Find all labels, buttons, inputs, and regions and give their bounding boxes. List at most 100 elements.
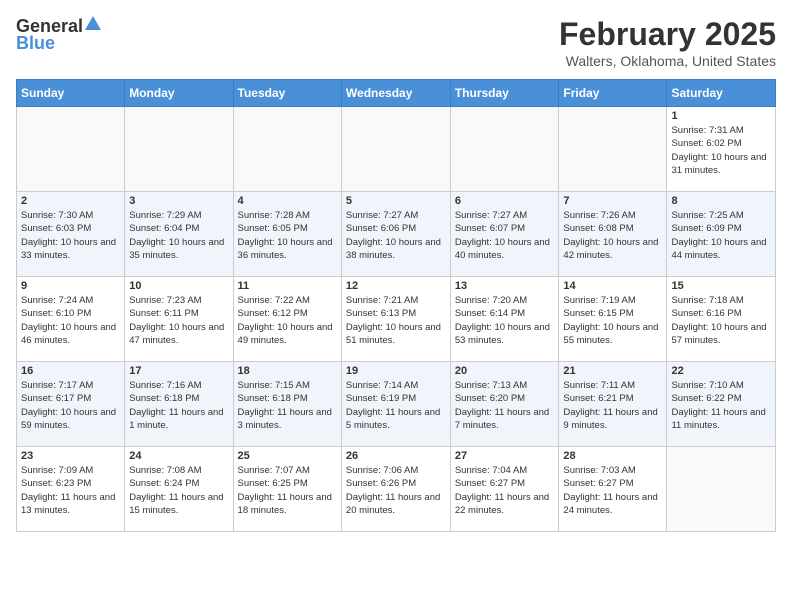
day-sun-info: Sunrise: 7:14 AMSunset: 6:19 PMDaylight:…: [346, 379, 446, 432]
day-number: 25: [238, 450, 337, 462]
calendar-week-row: 9 Sunrise: 7:24 AMSunset: 6:10 PMDaylight…: [17, 277, 776, 362]
day-number: 16: [21, 365, 120, 377]
calendar-cell: 16 Sunrise: 7:17 AMSunset: 6:17 PMDayligh…: [17, 362, 125, 447]
day-sun-info: Sunrise: 7:27 AMSunset: 6:07 PMDaylight:…: [455, 209, 555, 262]
calendar-cell: 6 Sunrise: 7:27 AMSunset: 6:07 PMDaylight…: [450, 192, 559, 277]
calendar-cell: 21 Sunrise: 7:11 AMSunset: 6:21 PMDayligh…: [559, 362, 667, 447]
calendar-cell: [667, 447, 776, 532]
calendar-cell: 8 Sunrise: 7:25 AMSunset: 6:09 PMDaylight…: [667, 192, 776, 277]
calendar-cell: 14 Sunrise: 7:19 AMSunset: 6:15 PMDayligh…: [559, 277, 667, 362]
day-sun-info: Sunrise: 7:25 AMSunset: 6:09 PMDaylight:…: [671, 209, 771, 262]
calendar-week-row: 2Sunrise: 7:30 AMSunset: 6:03 PMDaylight…: [17, 192, 776, 277]
column-header-friday: Friday: [559, 80, 667, 107]
day-sun-info: Sunrise: 7:20 AMSunset: 6:14 PMDaylight:…: [455, 294, 555, 347]
day-number: 15: [671, 280, 771, 292]
day-sun-info: Sunrise: 7:10 AMSunset: 6:22 PMDaylight:…: [671, 379, 771, 432]
calendar-cell: 22 Sunrise: 7:10 AMSunset: 6:22 PMDayligh…: [667, 362, 776, 447]
day-number: 23: [21, 450, 120, 462]
day-number: 12: [346, 280, 446, 292]
column-header-sunday: Sunday: [17, 80, 125, 107]
day-sun-info: Sunrise: 7:09 AMSunset: 6:23 PMDaylight:…: [21, 464, 120, 517]
calendar-cell: 1 Sunrise: 7:31 AMSunset: 6:02 PMDaylight…: [667, 107, 776, 192]
day-number: 28: [563, 450, 662, 462]
day-number: 22: [671, 365, 771, 377]
day-sun-info: Sunrise: 7:04 AMSunset: 6:27 PMDaylight:…: [455, 464, 555, 517]
calendar-header-row: SundayMondayTuesdayWednesdayThursdayFrid…: [17, 80, 776, 107]
calendar-cell: 28 Sunrise: 7:03 AMSunset: 6:27 PMDayligh…: [559, 447, 667, 532]
day-sun-info: Sunrise: 7:19 AMSunset: 6:15 PMDaylight:…: [563, 294, 662, 347]
calendar-cell: 9 Sunrise: 7:24 AMSunset: 6:10 PMDaylight…: [17, 277, 125, 362]
day-number: 10: [129, 280, 228, 292]
day-number: 3: [129, 195, 228, 207]
header: General Blue February 2025 Walters, Okla…: [16, 16, 776, 69]
calendar-cell: 27 Sunrise: 7:04 AMSunset: 6:27 PMDayligh…: [450, 447, 559, 532]
logo: General Blue: [16, 16, 101, 54]
day-number: 26: [346, 450, 446, 462]
day-sun-info: Sunrise: 7:11 AMSunset: 6:21 PMDaylight:…: [563, 379, 662, 432]
calendar-cell: 15 Sunrise: 7:18 AMSunset: 6:16 PMDayligh…: [667, 277, 776, 362]
calendar-cell: 25 Sunrise: 7:07 AMSunset: 6:25 PMDayligh…: [233, 447, 341, 532]
calendar-week-row: 23 Sunrise: 7:09 AMSunset: 6:23 PMDayligh…: [17, 447, 776, 532]
calendar-cell: 18 Sunrise: 7:15 AMSunset: 6:18 PMDayligh…: [233, 362, 341, 447]
logo-triangle-icon: [85, 16, 101, 35]
day-sun-info: Sunrise: 7:29 AMSunset: 6:04 PMDaylight:…: [129, 209, 228, 262]
column-header-thursday: Thursday: [450, 80, 559, 107]
day-sun-info: Sunrise: 7:08 AMSunset: 6:24 PMDaylight:…: [129, 464, 228, 517]
calendar-cell: 13 Sunrise: 7:20 AMSunset: 6:14 PMDayligh…: [450, 277, 559, 362]
column-header-wednesday: Wednesday: [341, 80, 450, 107]
day-number: 4: [238, 195, 337, 207]
day-sun-info: Sunrise: 7:13 AMSunset: 6:20 PMDaylight:…: [455, 379, 555, 432]
day-number: 5: [346, 195, 446, 207]
title-area: February 2025 Walters, Oklahoma, United …: [559, 16, 776, 69]
calendar-cell: 10 Sunrise: 7:23 AMSunset: 6:11 PMDayligh…: [125, 277, 233, 362]
day-number: 20: [455, 365, 555, 377]
day-sun-info: Sunrise: 7:23 AMSunset: 6:11 PMDaylight:…: [129, 294, 228, 347]
day-number: 17: [129, 365, 228, 377]
day-sun-info: Sunrise: 7:24 AMSunset: 6:10 PMDaylight:…: [21, 294, 120, 347]
day-sun-info: Sunrise: 7:30 AMSunset: 6:03 PMDaylight:…: [21, 209, 120, 262]
day-number: 18: [238, 365, 337, 377]
calendar-cell: 19 Sunrise: 7:14 AMSunset: 6:19 PMDayligh…: [341, 362, 450, 447]
calendar-week-row: 16 Sunrise: 7:17 AMSunset: 6:17 PMDayligh…: [17, 362, 776, 447]
calendar-cell: 4 Sunrise: 7:28 AMSunset: 6:05 PMDaylight…: [233, 192, 341, 277]
day-sun-info: Sunrise: 7:07 AMSunset: 6:25 PMDaylight:…: [238, 464, 337, 517]
calendar-cell: 26Sunrise: 7:06 AMSunset: 6:26 PMDayligh…: [341, 447, 450, 532]
calendar-cell: [450, 107, 559, 192]
calendar-cell: [559, 107, 667, 192]
day-sun-info: Sunrise: 7:26 AMSunset: 6:08 PMDaylight:…: [563, 209, 662, 262]
calendar-cell: 20 Sunrise: 7:13 AMSunset: 6:20 PMDayligh…: [450, 362, 559, 447]
calendar-cell: [125, 107, 233, 192]
day-number: 21: [563, 365, 662, 377]
day-sun-info: Sunrise: 7:03 AMSunset: 6:27 PMDaylight:…: [563, 464, 662, 517]
logo-blue-text: Blue: [16, 33, 55, 54]
calendar-cell: [233, 107, 341, 192]
day-number: 6: [455, 195, 555, 207]
day-sun-info: Sunrise: 7:18 AMSunset: 6:16 PMDaylight:…: [671, 294, 771, 347]
calendar-subtitle: Walters, Oklahoma, United States: [559, 53, 776, 69]
day-number: 27: [455, 450, 555, 462]
calendar-cell: 2Sunrise: 7:30 AMSunset: 6:03 PMDaylight…: [17, 192, 125, 277]
day-number: 11: [238, 280, 337, 292]
calendar-cell: [17, 107, 125, 192]
day-sun-info: Sunrise: 7:15 AMSunset: 6:18 PMDaylight:…: [238, 379, 337, 432]
day-number: 14: [563, 280, 662, 292]
day-number: 13: [455, 280, 555, 292]
day-sun-info: Sunrise: 7:28 AMSunset: 6:05 PMDaylight:…: [238, 209, 337, 262]
day-sun-info: Sunrise: 7:16 AMSunset: 6:18 PMDaylight:…: [129, 379, 228, 432]
calendar-title: February 2025: [559, 16, 776, 53]
calendar-cell: 17 Sunrise: 7:16 AMSunset: 6:18 PMDayligh…: [125, 362, 233, 447]
day-sun-info: Sunrise: 7:22 AMSunset: 6:12 PMDaylight:…: [238, 294, 337, 347]
day-number: 19: [346, 365, 446, 377]
day-number: 8: [671, 195, 771, 207]
day-sun-info: Sunrise: 7:21 AMSunset: 6:13 PMDaylight:…: [346, 294, 446, 347]
day-number: 9: [21, 280, 120, 292]
calendar-week-row: 1 Sunrise: 7:31 AMSunset: 6:02 PMDaylight…: [17, 107, 776, 192]
calendar-cell: 3 Sunrise: 7:29 AMSunset: 6:04 PMDaylight…: [125, 192, 233, 277]
day-sun-info: Sunrise: 7:31 AMSunset: 6:02 PMDaylight:…: [671, 124, 771, 177]
column-header-saturday: Saturday: [667, 80, 776, 107]
day-number: 1: [671, 110, 771, 122]
calendar-cell: 7Sunrise: 7:26 AMSunset: 6:08 PMDaylight…: [559, 192, 667, 277]
calendar-cell: [341, 107, 450, 192]
calendar-cell: 11 Sunrise: 7:22 AMSunset: 6:12 PMDayligh…: [233, 277, 341, 362]
day-sun-info: Sunrise: 7:17 AMSunset: 6:17 PMDaylight:…: [21, 379, 120, 432]
